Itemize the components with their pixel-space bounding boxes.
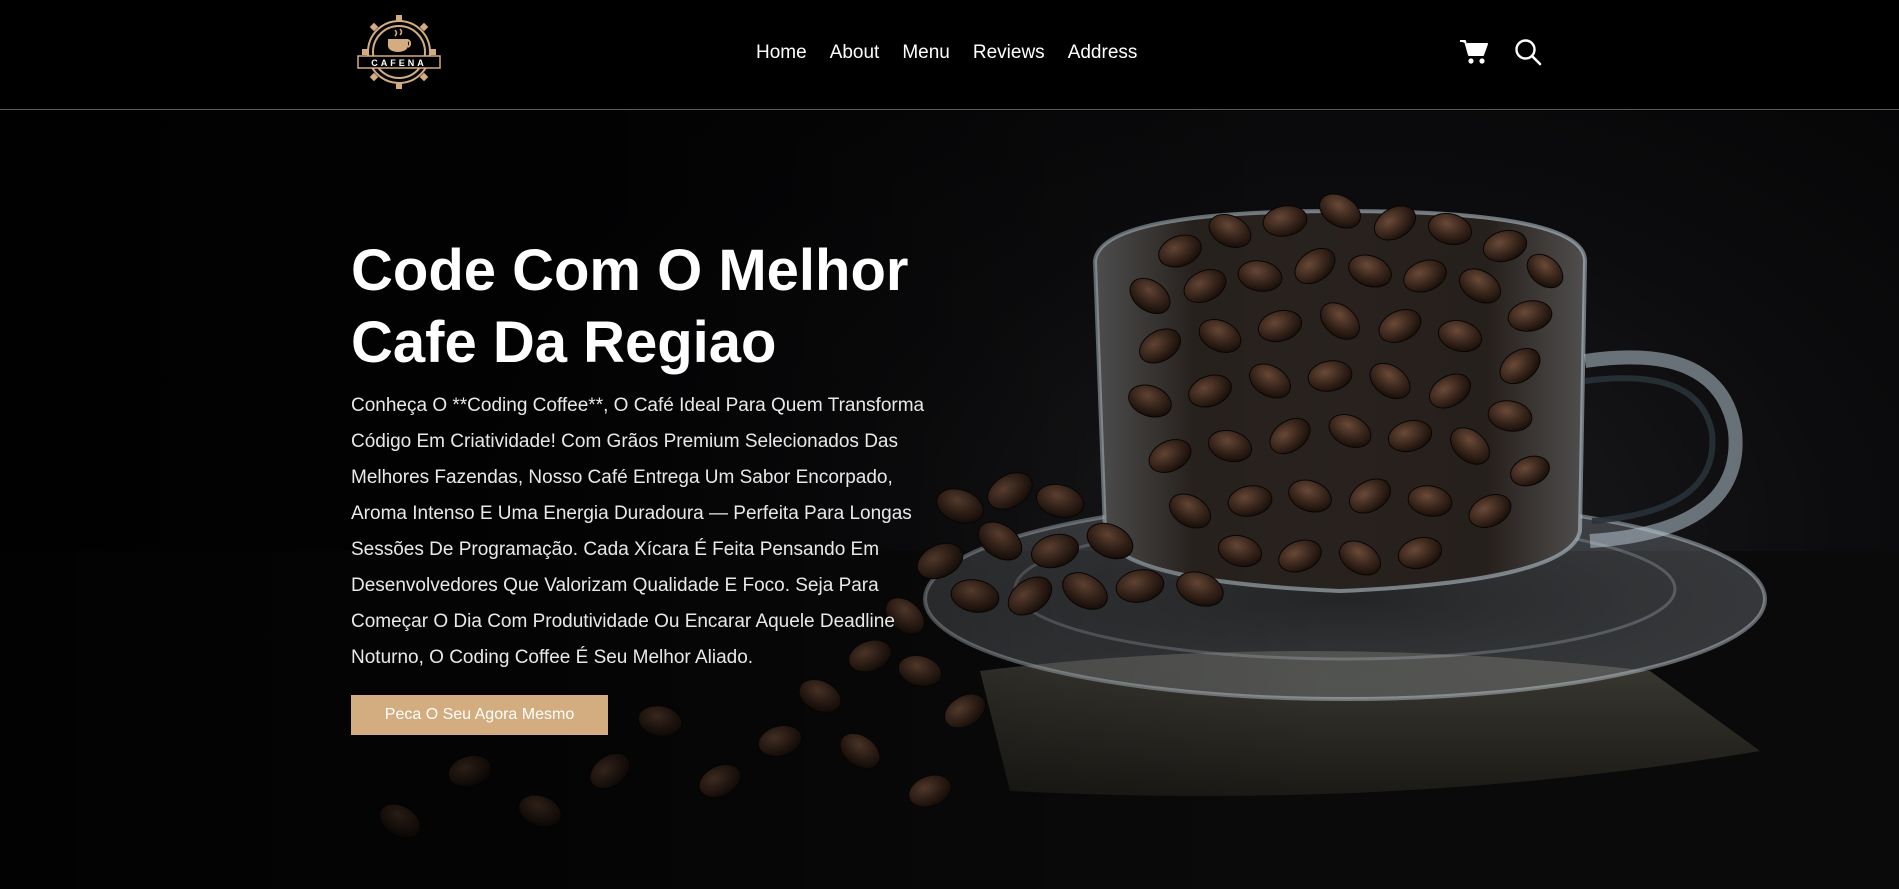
hero-shade-overlay [0,111,1899,889]
svg-text:CAFENA: CAFENA [371,58,427,68]
nav-reviews[interactable]: Reviews [973,40,1045,66]
nav-home[interactable]: Home [756,40,807,66]
nav-menu[interactable]: Menu [902,40,950,66]
cart-icon[interactable] [1458,36,1490,68]
hero-title-line-1: Code Com O Melhor [351,238,909,303]
hero-title-line-2: Cafe Da Regiao [351,310,777,375]
hero-description: Conheça O **Coding Coffee**, O Café Idea… [351,395,925,668]
main-nav: Home About Menu Reviews Address [756,40,1137,66]
cafena-logo[interactable]: CAFENA [350,12,448,92]
nav-address[interactable]: Address [1068,40,1138,66]
page: CAFENA Home About Menu Reviews Address C… [0,0,1899,889]
search-icon[interactable] [1512,36,1544,68]
hero-title: Code Com O Melhor Cafe Da Regiao [351,235,971,379]
hero-section [0,111,1899,889]
header-icons [1458,36,1544,68]
site-header: CAFENA Home About Menu Reviews Address [0,0,1899,110]
order-now-button[interactable]: Peca O Seu Agora Mesmo [351,695,608,735]
nav-about[interactable]: About [830,40,880,66]
